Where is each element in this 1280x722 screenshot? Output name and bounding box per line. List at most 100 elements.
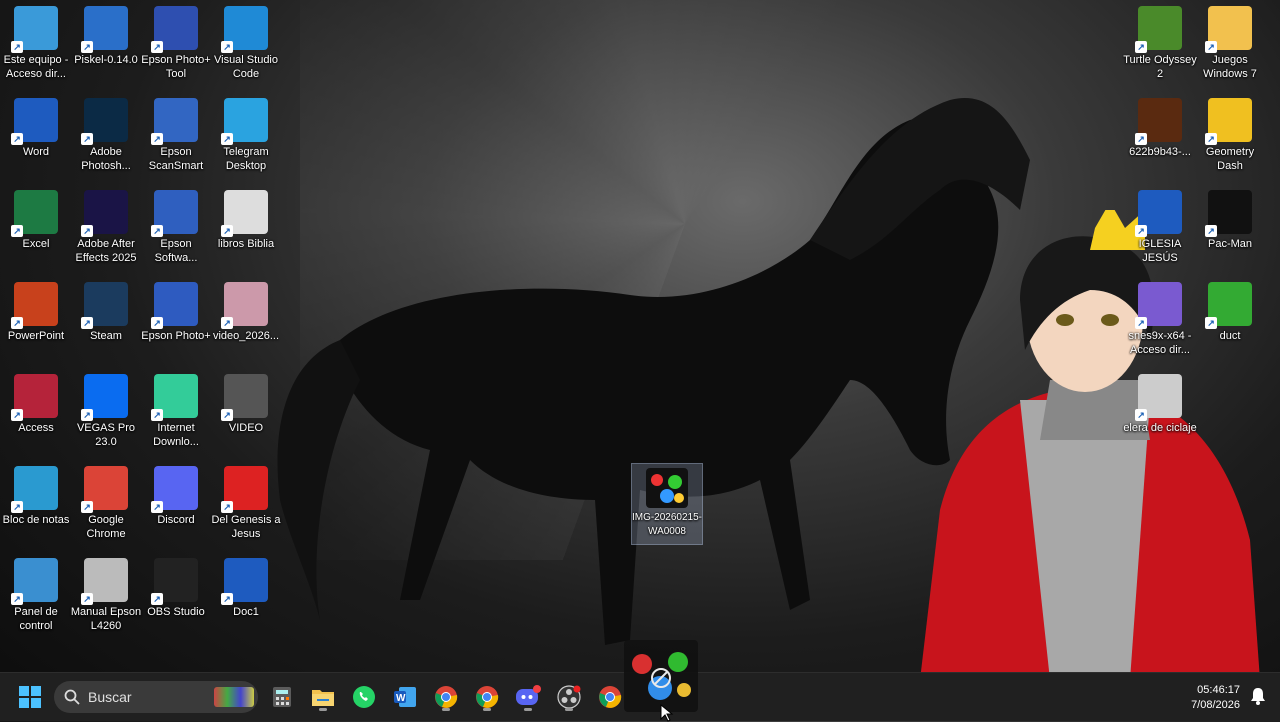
taskbar-chrome-1[interactable] [430, 681, 462, 713]
desktop-icon-label: Geometry Dash [1205, 146, 1255, 172]
desktop-icon-label: Excel [22, 238, 50, 250]
taskbar-chrome-3[interactable] [594, 681, 626, 713]
desktop-icon-label: elera de ciclaje [1123, 422, 1197, 434]
desktop-icon-idm[interactable]: ↗ Internet Downlo... [140, 370, 212, 458]
desktop-icon-manual[interactable]: ↗ Manual Epson L4260 [70, 554, 142, 642]
shortcut-arrow-icon: ↗ [1135, 225, 1147, 237]
desktop-icon-obs[interactable]: ↗ OBS Studio [140, 554, 212, 642]
desktop-icon-label: Internet Downlo... [153, 422, 199, 448]
chrome-icon [476, 686, 499, 708]
svg-text:W: W [396, 693, 406, 704]
desktop-icon-chrome[interactable]: ↗ Google Chrome [70, 462, 142, 550]
notification-bell-icon[interactable] [1250, 687, 1266, 705]
desktop-icon-scanner[interactable]: ↗ Epson ScanSmart [140, 94, 212, 182]
desktop-icon-folder[interactable]: ↗ Juegos Windows 7 [1194, 2, 1266, 90]
desktop-icon-vegas[interactable]: ↗ VEGAS Pro 23.0 [70, 370, 142, 458]
game-thumbnail-icon: ↗ [1135, 98, 1182, 145]
shortcut-arrow-icon: ↗ [151, 409, 163, 421]
shortcut-arrow-icon: ↗ [81, 593, 93, 605]
desktop-icon-notepad[interactable]: ↗ Bloc de notas [0, 462, 72, 550]
desktop-icon-piskel[interactable]: ↗ Piskel-0.14.0 [70, 2, 142, 90]
desktop-icon-vscode[interactable]: ↗ Visual Studio Code [210, 2, 282, 90]
desktop-icon-telegram[interactable]: ↗ Telegram Desktop [210, 94, 282, 182]
running-indicator [565, 708, 573, 711]
epson-photo-icon: ↗ [151, 282, 198, 329]
excel-icon: ↗ [11, 190, 58, 237]
shortcut-arrow-icon: ↗ [151, 317, 163, 329]
desktop-icon-image-thumbnail[interactable]: ↗ libros Biblia [210, 186, 282, 274]
desktop-icon-label: Adobe After Effects 2025 [75, 238, 137, 264]
desktop-icon-label: Epson Photo+ [141, 330, 211, 342]
desktop-icon-control-panel[interactable]: ↗ Panel de control [0, 554, 72, 642]
clock-time: 05:46:17 [1197, 684, 1240, 696]
desktop-icon-video-file[interactable]: ↗ video_2026... [210, 278, 282, 366]
desktop-icon-discord[interactable]: ↗ Discord [140, 462, 212, 550]
piskel-icon: ↗ [81, 6, 128, 53]
desktop-icon-epson-software[interactable]: ↗ Epson Softwa... [140, 186, 212, 274]
desktop-icon-recycle-bin[interactable]: ↗ elera de ciclaje [1123, 370, 1197, 458]
desktop-icon-label: VEGAS Pro 23.0 [76, 422, 136, 448]
recycle-bin-icon: ↗ [1135, 374, 1182, 421]
taskbar-chrome-2[interactable] [471, 681, 503, 713]
desktop-icon-photoshop[interactable]: ↗ Adobe Photosh... [70, 94, 142, 182]
shortcut-arrow-icon: ↗ [11, 409, 23, 421]
desktop-icon-game-thumbnail[interactable]: ↗ 622b9b43-... [1124, 94, 1196, 182]
start-button[interactable] [14, 681, 46, 713]
desktop-icon-label: VIDEO [228, 422, 264, 434]
shortcut-arrow-icon: ↗ [1135, 133, 1147, 145]
idm-icon: ↗ [151, 374, 198, 421]
taskbar-clock[interactable]: 05:46:17 7/08/2026 [1191, 683, 1240, 713]
epson-photo-tool-icon: ↗ [151, 6, 198, 53]
obs-icon: ↗ [151, 558, 198, 605]
file-explorer-icon [312, 690, 334, 706]
desktop-icon-word[interactable]: ↗ Word [0, 94, 72, 182]
desktop-icon-label: Panel de control [14, 606, 58, 632]
shortcut-arrow-icon: ↗ [11, 501, 23, 513]
chrome-icon: ↗ [81, 466, 128, 513]
shortcut-arrow-icon: ↗ [1205, 225, 1217, 237]
vscode-icon: ↗ [221, 6, 268, 53]
desktop-icon-excel[interactable]: ↗ Excel [0, 186, 72, 274]
desktop-icon-label: Doc1 [233, 606, 259, 618]
desktop-icon-snes[interactable]: ↗ snes9x-x64 - Acceso dir... [1124, 278, 1196, 366]
desktop-icon-label: Epson Photo+ Tool [141, 54, 211, 80]
taskbar-search[interactable]: Buscar [54, 681, 258, 713]
desktop-icon-app[interactable]: ↗ duct [1194, 278, 1266, 366]
taskbar-word[interactable]: W [389, 681, 421, 713]
desktop-icon-label: Manual Epson L4260 [70, 606, 142, 632]
desktop-icon-epson-photo[interactable]: ↗ Epson Photo+ [140, 278, 212, 366]
image-thumbnail-icon: ↗ [221, 190, 268, 237]
taskbar-calculator[interactable] [266, 681, 298, 713]
shortcut-arrow-icon: ↗ [11, 41, 23, 53]
shortcut-arrow-icon: ↗ [81, 409, 93, 421]
search-highlight-image [214, 687, 254, 707]
desktop-icon-epson-photo-tool[interactable]: ↗ Epson Photo+ Tool [140, 2, 212, 90]
desktop-icon-computer[interactable]: ↗ Este equipo - Acceso dir... [0, 2, 72, 90]
taskbar-whatsapp[interactable] [348, 681, 380, 713]
desktop-icon-turtle-game[interactable]: ↗ Turtle Odyssey 2 [1123, 2, 1197, 90]
taskbar-file-explorer[interactable] [307, 681, 339, 713]
taskbar-discord[interactable] [512, 681, 544, 713]
running-indicator [524, 708, 532, 711]
taskbar-obs[interactable] [553, 681, 585, 713]
shortcut-arrow-icon: ↗ [151, 593, 163, 605]
desktop-icon-steam[interactable]: ↗ Steam [70, 278, 142, 366]
running-indicator [483, 708, 491, 711]
desktop-icon-access[interactable]: ↗ Access [0, 370, 72, 458]
discord-icon: ↗ [151, 466, 198, 513]
desktop-icon-after-effects[interactable]: ↗ Adobe After Effects 2025 [70, 186, 142, 274]
desktop-icon-video-folder[interactable]: ↗ VIDEO [210, 370, 282, 458]
desktop-icon-pdf[interactable]: ↗ Del Genesis a Jesus [210, 462, 282, 550]
desktop-icon-pacman[interactable]: ↗ Pac-Man [1194, 186, 1266, 274]
desktop-icon-label: duct [1219, 330, 1241, 342]
selected-image-file[interactable]: IMG-20260215-WA0008 [631, 463, 703, 545]
desktop-icon-label: PowerPoint [7, 330, 65, 342]
desktop-icon-word-doc[interactable]: ↗ IGLESIA JESÚS [1124, 186, 1196, 274]
desktop-icon-word-doc[interactable]: ↗ Doc1 [210, 554, 282, 642]
desktop-icon-label: Juegos Windows 7 [1203, 54, 1257, 80]
computer-icon: ↗ [11, 6, 58, 53]
pacman-icon: ↗ [1205, 190, 1252, 237]
desktop-icon-powerpoint[interactable]: ↗ PowerPoint [0, 278, 72, 366]
video-file-icon: ↗ [221, 282, 268, 329]
desktop-icon-geometry-dash[interactable]: ↗ Geometry Dash [1194, 94, 1266, 182]
